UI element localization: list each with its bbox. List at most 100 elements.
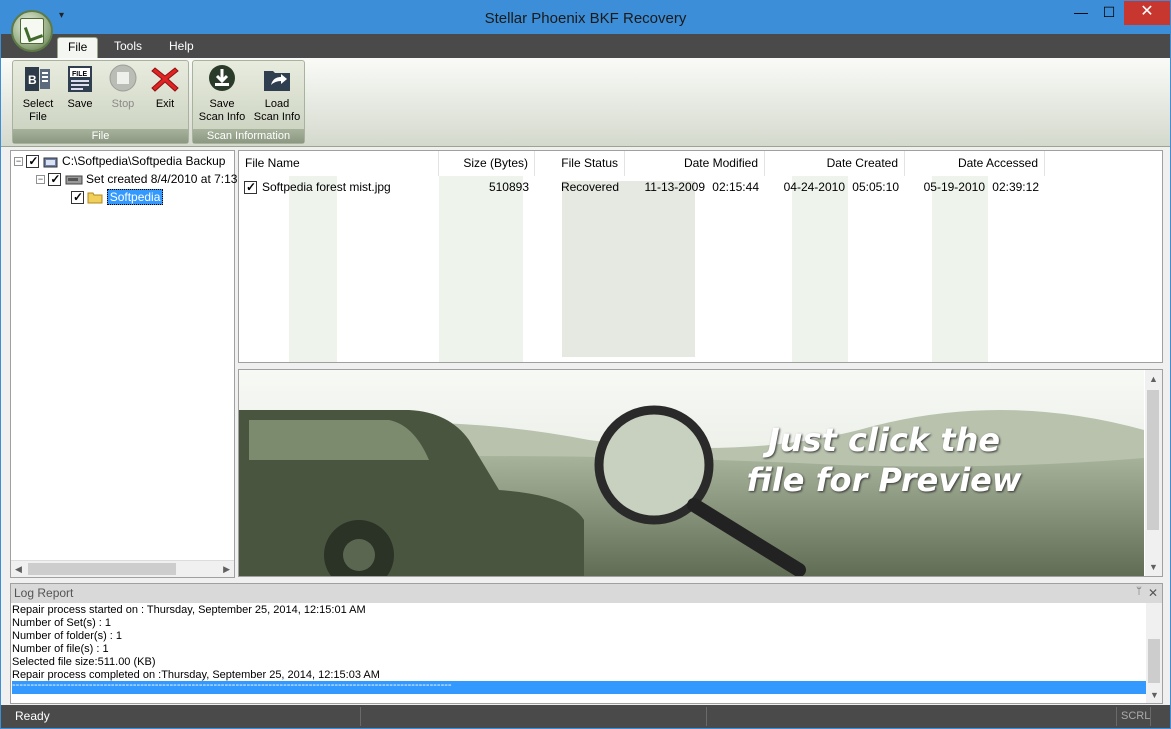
- column-stripe: [289, 176, 337, 362]
- select-file-icon: B: [25, 67, 50, 91]
- title-bar: ▾ Stellar Phoenix BKF Recovery — ☐ ✕: [1, 1, 1170, 34]
- close-button[interactable]: ✕: [1124, 1, 1170, 25]
- column-header-date-accessed[interactable]: Date Accessed: [905, 151, 1045, 176]
- save-label: Save: [67, 98, 93, 110]
- log-selected-separator[interactable]: ----------------------------------------…: [12, 681, 1148, 694]
- scroll-up-arrow-icon[interactable]: ▲: [1149, 374, 1158, 384]
- save-scan-info-icon: [209, 65, 235, 91]
- folder-tree: − C:\Softpedia\Softpedia Backup − Set cr…: [10, 150, 237, 578]
- load-scan-info-label-1: Load: [264, 98, 290, 110]
- tree-item-backup[interactable]: − C:\Softpedia\Softpedia Backup: [14, 153, 225, 169]
- app-window: ▾ Stellar Phoenix BKF Recovery — ☐ ✕ Fil…: [0, 0, 1171, 729]
- app-menu-button[interactable]: [11, 10, 53, 52]
- cell-accessed-time: 02:39:12: [992, 180, 1039, 194]
- scrollbar-thumb[interactable]: [28, 563, 176, 575]
- column-header-date-created[interactable]: Date Created: [765, 151, 905, 176]
- cell-size: 510893: [488, 180, 529, 194]
- status-segment: [709, 707, 1117, 726]
- save-scan-info-button[interactable]: Save Scan Info: [195, 63, 249, 124]
- column-header-file-name[interactable]: File Name: [239, 151, 439, 176]
- select-file-label-2: File: [29, 111, 47, 123]
- tree-item-set[interactable]: − Set created 8/4/2010 at 7:13: [36, 171, 237, 187]
- load-scan-info-label-2: Scan Info: [253, 111, 301, 123]
- column-header-status[interactable]: File Status: [535, 151, 625, 176]
- window-title: Stellar Phoenix BKF Recovery: [484, 10, 687, 27]
- log-line: Number of folder(s) : 1: [12, 630, 123, 642]
- scan-information-group: Save Scan Info Load Scan Info Scan Infor…: [192, 60, 305, 144]
- stop-button[interactable]: Stop: [104, 63, 142, 111]
- stop-icon: [109, 64, 137, 92]
- cell-file-name: Softpedia forest mist.jpg: [262, 180, 391, 194]
- column-header-date-modified[interactable]: Date Modified: [625, 151, 765, 176]
- exit-button[interactable]: Exit: [146, 63, 184, 111]
- folder-icon: [87, 192, 103, 204]
- scroll-down-arrow-icon[interactable]: ▼: [1149, 562, 1158, 572]
- file-group-label: File: [13, 129, 188, 143]
- column-stripe: [792, 176, 848, 362]
- select-file-label-1: Select: [22, 98, 54, 110]
- ribbon-tab-row: File Tools Help: [1, 34, 1170, 58]
- preview-hint: Just click the file for Preview: [739, 420, 1029, 500]
- row-checkbox[interactable]: [244, 179, 257, 195]
- ribbon: B Select File FILE Save Stop Exit File S…: [1, 58, 1170, 147]
- app-logo-icon: [20, 18, 44, 44]
- preview-hint-line-1: Just click the: [767, 421, 1001, 459]
- log-report-panel: Log Report ᛘ ✕ Repair process started on…: [10, 583, 1163, 704]
- cell-created-time: 05:05:10: [852, 180, 899, 194]
- tree-item-label: Softpedia: [106, 189, 164, 205]
- maximize-button[interactable]: ☐: [1093, 1, 1125, 25]
- preview-pane: Just click the file for Preview ▲ ▼: [238, 369, 1163, 577]
- save-icon: FILE: [68, 66, 92, 92]
- svg-text:B: B: [28, 73, 37, 87]
- svg-text:FILE: FILE: [72, 71, 87, 78]
- log-report-title: Log Report: [11, 584, 1162, 603]
- column-header-size[interactable]: Size (Bytes): [439, 151, 535, 176]
- exit-icon: [151, 67, 179, 92]
- collapse-toggle[interactable]: −: [14, 157, 23, 167]
- scroll-right-arrow-icon[interactable]: ▶: [223, 564, 230, 575]
- exit-label: Exit: [155, 98, 175, 110]
- file-group: B Select File FILE Save Stop Exit File: [12, 60, 189, 144]
- tree-item-label: C:\Softpedia\Softpedia Backup: [62, 154, 226, 168]
- file-list-table: File Name Size (Bytes) File Status Date …: [238, 150, 1163, 363]
- column-stripe: [439, 176, 523, 362]
- scan-information-group-label: Scan Information: [193, 129, 304, 143]
- scrollbar-thumb[interactable]: [1148, 639, 1160, 683]
- save-scan-info-label-2: Scan Info: [198, 111, 246, 123]
- column-stripe: [932, 176, 988, 362]
- cell-modified-date: 11-13-2009: [644, 180, 706, 194]
- load-scan-info-button[interactable]: Load Scan Info: [250, 63, 304, 124]
- cell-accessed-date: 05-19-2010: [923, 180, 985, 194]
- tree-item-softpedia[interactable]: Softpedia: [71, 189, 164, 205]
- scroll-left-arrow-icon[interactable]: ◀: [15, 564, 22, 575]
- load-scan-info-icon: [264, 71, 290, 91]
- pin-icon[interactable]: ᛘ: [1136, 586, 1142, 597]
- status-bar: Ready SCRL: [1, 705, 1170, 728]
- close-log-icon[interactable]: ✕: [1148, 586, 1158, 600]
- tab-help[interactable]: Help: [159, 37, 204, 58]
- scrollbar-thumb[interactable]: [1147, 390, 1159, 530]
- save-button[interactable]: FILE Save: [61, 63, 99, 111]
- status-segment: [363, 707, 707, 726]
- tree-checkbox[interactable]: [26, 153, 40, 169]
- scroll-down-arrow-icon[interactable]: ▼: [1150, 690, 1159, 700]
- tab-tools[interactable]: Tools: [104, 37, 152, 58]
- backup-file-icon: [43, 157, 58, 168]
- tree-checkbox[interactable]: [48, 171, 62, 187]
- log-vertical-scrollbar[interactable]: ▼: [1146, 603, 1162, 703]
- tape-drive-icon: [65, 175, 83, 185]
- log-line: Selected file size:511.00 (KB): [12, 656, 156, 668]
- tree-checkbox[interactable]: [71, 189, 84, 205]
- stellar-watermark-icon: [562, 181, 695, 357]
- collapse-toggle[interactable]: −: [36, 175, 45, 185]
- cell-status: Recovered: [560, 180, 619, 194]
- log-line: Repair process started on : Thursday, Se…: [12, 604, 366, 616]
- preview-vertical-scrollbar[interactable]: ▲ ▼: [1145, 370, 1162, 576]
- log-line: Number of file(s) : 1: [12, 643, 109, 655]
- tree-horizontal-scrollbar[interactable]: ◀ ▶: [11, 560, 234, 577]
- save-scan-info-label-1: Save: [209, 98, 235, 110]
- log-line: Number of Set(s) : 1: [12, 617, 112, 629]
- cell-created-date: 04-24-2010: [783, 180, 845, 194]
- select-file-button[interactable]: B Select File: [17, 63, 59, 124]
- tab-file[interactable]: File: [57, 37, 99, 58]
